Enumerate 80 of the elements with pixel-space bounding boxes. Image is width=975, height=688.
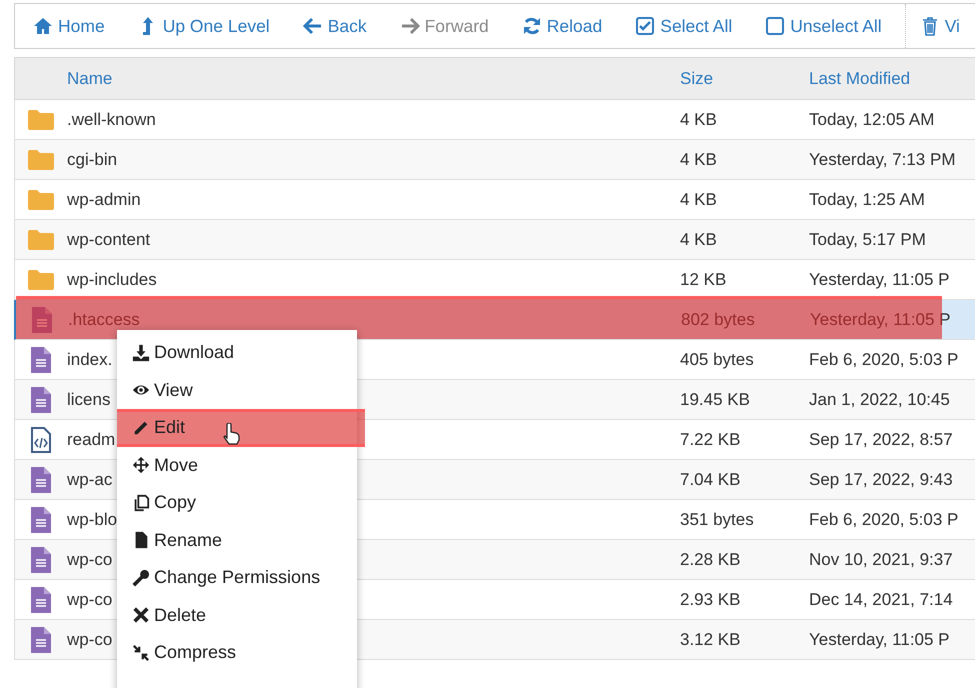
document-icon [31,546,51,572]
file-name: wp-includes [67,270,157,290]
file-name: index. [67,350,112,370]
file-name: wp-co [67,550,112,570]
file-size: 7.22 KB [680,430,740,450]
modified-date: Yesterday, 11:05 P [809,270,950,290]
modified-date: Sep 17, 2022, 8:57 [809,430,953,450]
file-row[interactable]: cgi-bin 4 KB Yesterday, 7:13 PM [14,140,975,180]
document-icon [31,506,51,532]
column-header[interactable]: Name [67,68,112,88]
file-size: 19.45 KB [680,390,750,410]
file-name: wp-blo [67,510,118,530]
document-icon [32,306,52,332]
home-button[interactable]: Home [33,16,120,36]
modified-date: Sep 17, 2022, 9:43 [809,470,953,490]
folder-icon [28,190,54,210]
compress-icon [132,644,150,662]
folder-icon [28,230,54,250]
modified-date: Feb 6, 2020, 5:03 P [809,350,958,370]
key-icon [132,568,150,587]
toolbar-button[interactable]: Back [302,16,382,36]
modified-date: Dec 14, 2021, 7:14 [809,590,953,610]
file-name: wp-co [67,630,112,650]
document-icon [31,346,51,372]
column-header[interactable]: Last Modified [809,68,910,88]
file-size: 351 bytes [680,510,754,530]
hand-cursor-icon [222,423,240,445]
left-arrow-icon [302,16,323,36]
file-size: 405 bytes [680,350,754,370]
file-size: 7.04 KB [680,470,740,490]
modified-date: Today, 5:17 PM [809,230,926,250]
modified-date: Yesterday, 11:05 P [809,630,950,650]
file-size: 12 KB [680,270,726,290]
file-name: licens [67,390,110,410]
file-name: wp-ac [67,470,112,490]
modified-date: Jan 1, 2022, 10:45 [809,390,950,410]
document-icon [31,386,51,412]
file-name: wp-admin [67,190,141,210]
column-header[interactable]: Size [680,68,714,88]
modified-date: Nov 10, 2021, 9:37 [809,550,953,570]
document-icon [31,626,51,652]
close-icon [132,606,150,624]
file-name: .well-known [67,110,156,130]
folder-icon [28,150,54,170]
toolbar-button[interactable]: Up One Level [138,16,285,36]
modified-date: Feb 6, 2020, 5:03 P [809,510,958,530]
document-icon [31,466,51,492]
file-name: wp-co [67,590,112,610]
file-size: 2.28 KB [680,550,740,570]
copy-icon [132,494,150,512]
file-name: .htaccess [68,310,140,330]
modified-date: Today, 1:25 AM [809,190,925,210]
home-icon [33,16,53,36]
file-size: 4 KB [680,110,717,130]
right-arrow-icon [400,16,420,36]
file-size: 2.93 KB [680,590,740,610]
folder-icon [28,110,54,130]
toolbar-button[interactable]: Reload [522,16,618,36]
file-row[interactable]: wp-content 4 KB Today, 5:17 PM [14,220,975,260]
file-size: 4 KB [680,190,717,210]
modified-date: Yesterday, 7:13 PM [809,150,956,170]
file-name: cgi-bin [67,150,118,170]
file-size: 802 bytes [681,310,755,330]
code-file-icon [31,426,51,452]
toolbar-button[interactable]: Unselect All [765,16,897,36]
document-icon [31,586,51,612]
toolbar-button[interactable]: Select All [635,16,748,36]
checked-box-icon [635,16,656,36]
modified-date: Today, 12:05 AM [809,110,934,130]
download-icon [132,344,150,362]
file-name: readm [67,430,116,450]
move-icon [132,456,150,474]
empty-box-icon [765,16,786,36]
file-size: 3.12 KB [680,630,740,650]
file-size: 4 KB [680,150,717,170]
folder-icon [28,270,54,290]
file-size: 4 KB [680,230,717,250]
reload-icon [522,16,542,36]
file-name: wp-content [67,230,150,250]
toolbar-button[interactable]: Vi [920,16,975,36]
